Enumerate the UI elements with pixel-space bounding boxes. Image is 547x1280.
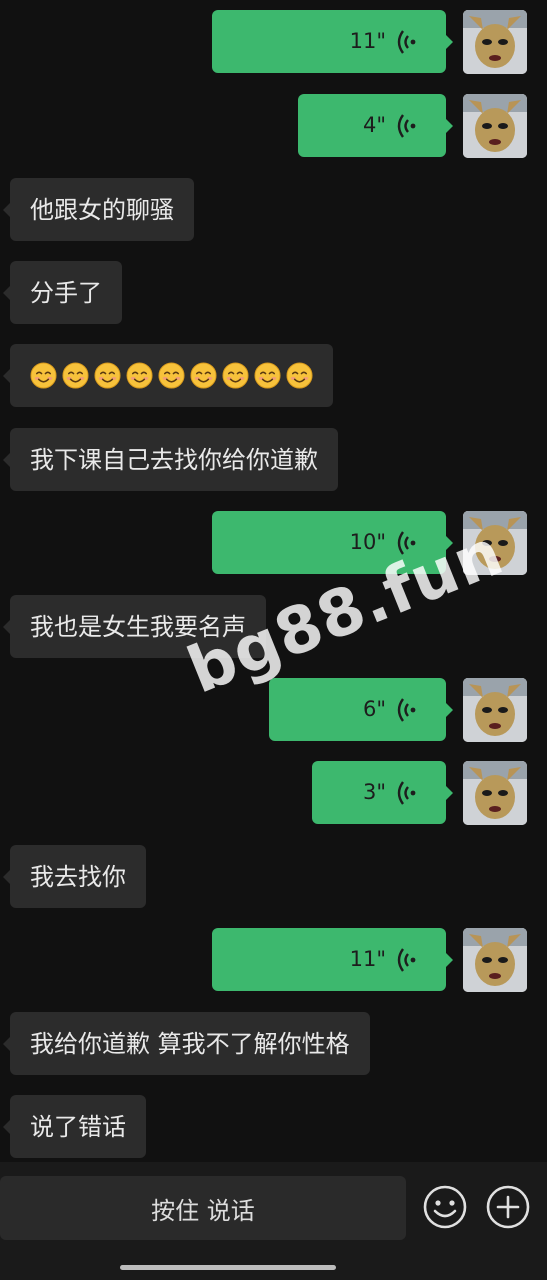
message-text: 我下课自己去找你给你道歉 xyxy=(30,445,318,474)
avatar-image xyxy=(463,511,527,575)
voice-duration: 6" xyxy=(362,697,386,721)
emoji-message-bubble[interactable] xyxy=(3,344,333,407)
user-avatar[interactable] xyxy=(463,94,527,158)
smiling-face-icon xyxy=(30,362,57,389)
voice-message-bubble[interactable]: 6" xyxy=(269,678,453,741)
voice-wave-icon xyxy=(397,697,416,722)
smiling-face-icon xyxy=(254,362,281,389)
user-avatar[interactable] xyxy=(463,678,527,742)
voice-message-bubble[interactable]: 4" xyxy=(298,94,453,157)
text-message-bubble[interactable]: 我给你道歉 算我不了解你性格 xyxy=(3,1012,370,1075)
smiling-face-icon xyxy=(126,362,153,389)
voice-message-bubble[interactable]: 11" xyxy=(212,928,453,991)
text-message-bubble[interactable]: 我去找你 xyxy=(3,845,146,908)
smiling-face-icon xyxy=(94,362,121,389)
voice-message-bubble[interactable]: 3" xyxy=(312,761,453,824)
voice-duration: 11" xyxy=(349,29,386,53)
user-avatar[interactable] xyxy=(463,10,527,74)
avatar-image xyxy=(463,94,527,158)
home-indicator xyxy=(120,1265,336,1270)
smiling-face-icon xyxy=(158,362,185,389)
avatar-image xyxy=(463,678,527,742)
smiling-face-icon xyxy=(286,362,313,389)
text-message-bubble[interactable]: 分手了 xyxy=(3,261,122,324)
voice-duration: 4" xyxy=(362,113,386,137)
chat-input-bar: 按住 说话 xyxy=(0,1162,547,1280)
avatar-image xyxy=(463,10,527,74)
hold-to-talk-button[interactable]: 按住 说话 xyxy=(0,1176,406,1240)
user-avatar[interactable] xyxy=(463,928,527,992)
text-message-bubble[interactable]: 他跟女的聊骚 xyxy=(3,178,194,241)
message-text: 分手了 xyxy=(30,278,102,307)
smiling-face-icon xyxy=(62,362,89,389)
voice-wave-icon xyxy=(397,530,416,555)
message-text: 说了错话 xyxy=(30,1112,126,1141)
text-message-bubble[interactable]: 说了错话 xyxy=(3,1095,146,1158)
voice-wave-icon xyxy=(397,113,416,138)
message-text: 我也是女生我要名声 xyxy=(30,612,246,641)
voice-wave-icon xyxy=(397,947,416,972)
user-avatar[interactable] xyxy=(463,511,527,575)
avatar-image xyxy=(463,928,527,992)
chat-message-list[interactable]: 11" 4" 他跟女的聊骚 分手了 我下课自己去找你给你道歉 10" 我也是女生… xyxy=(0,0,547,1160)
smiling-face-icon xyxy=(190,362,217,389)
voice-duration: 3" xyxy=(362,780,386,804)
message-text: 我给你道歉 算我不了解你性格 xyxy=(30,1029,350,1058)
voice-wave-icon xyxy=(397,29,416,54)
message-text: 我去找你 xyxy=(30,862,126,891)
message-text: 他跟女的聊骚 xyxy=(30,195,174,224)
smiling-face-icon xyxy=(222,362,249,389)
emoji-row xyxy=(30,362,313,389)
voice-wave-icon xyxy=(397,780,416,805)
voice-message-bubble[interactable]: 10" xyxy=(212,511,453,574)
voice-duration: 11" xyxy=(349,947,386,971)
voice-message-bubble[interactable]: 11" xyxy=(212,10,453,73)
voice-duration: 10" xyxy=(349,530,386,554)
plus-circle-icon[interactable] xyxy=(485,1184,531,1230)
text-message-bubble[interactable]: 我下课自己去找你给你道歉 xyxy=(3,428,338,491)
text-message-bubble[interactable]: 我也是女生我要名声 xyxy=(3,595,266,658)
avatar-image xyxy=(463,761,527,825)
user-avatar[interactable] xyxy=(463,761,527,825)
smiley-icon[interactable] xyxy=(422,1184,468,1230)
